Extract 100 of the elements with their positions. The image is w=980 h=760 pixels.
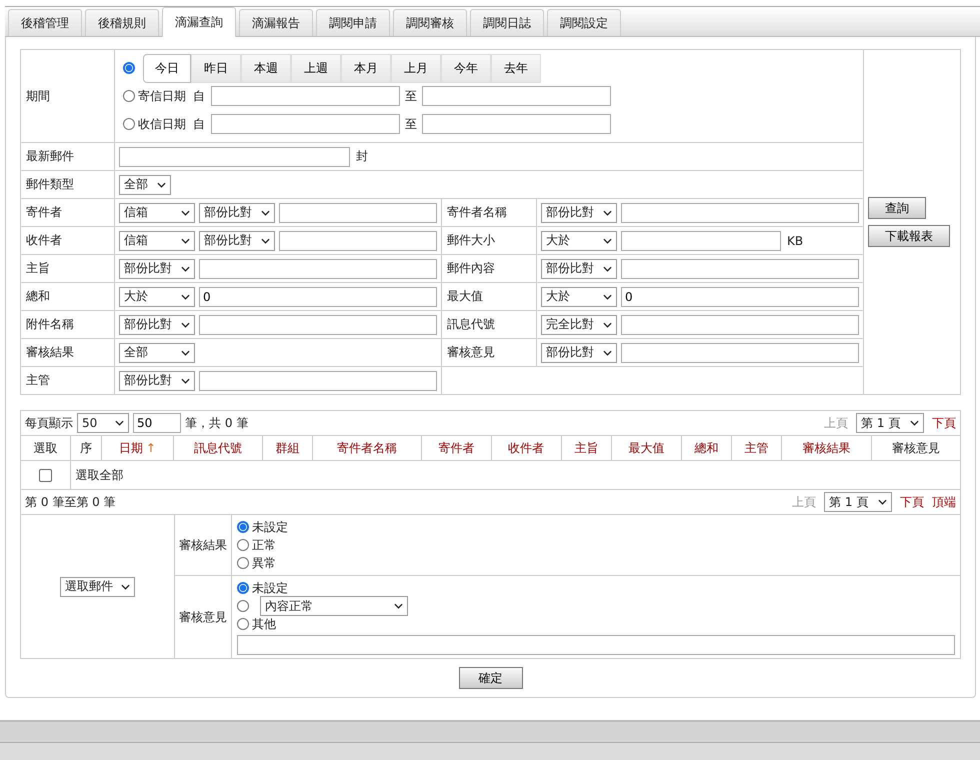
confirm-button[interactable]: 確定: [458, 667, 522, 689]
text-field[interactable]: 0: [621, 286, 859, 306]
text-field[interactable]: [621, 342, 859, 362]
period-button[interactable]: 去年: [491, 54, 541, 82]
field-label: 郵件內容: [447, 261, 495, 275]
radio-button[interactable]: [123, 118, 135, 130]
dropdown[interactable]: 全部: [119, 174, 171, 194]
unit-label: 封: [356, 148, 368, 165]
dropdown[interactable]: 部份比對: [199, 202, 275, 222]
period-button[interactable]: 今日: [143, 54, 191, 82]
period-button[interactable]: 本月: [341, 54, 391, 82]
page-size-dropdown[interactable]: 50: [77, 413, 129, 433]
chevron-down-icon: [181, 266, 190, 272]
period-button[interactable]: 今年: [441, 54, 491, 82]
tab[interactable]: 調閱日誌: [470, 9, 544, 36]
dropdown[interactable]: 部份比對: [119, 314, 195, 334]
page-dropdown[interactable]: 第 1 頁: [824, 492, 892, 512]
text-field[interactable]: [621, 230, 781, 250]
action-button[interactable]: 查詢: [868, 197, 926, 219]
chevron-down-icon: [181, 322, 190, 328]
dropdown[interactable]: 部份比對: [541, 202, 617, 222]
text-field[interactable]: [199, 314, 437, 334]
tab[interactable]: 後稽管理: [8, 9, 82, 36]
radio-button[interactable]: [237, 557, 249, 569]
dropdown[interactable]: 大於: [541, 286, 617, 306]
radio-button[interactable]: [237, 600, 249, 612]
unit-label: KB: [787, 234, 804, 248]
text-field[interactable]: [621, 202, 859, 222]
dropdown[interactable]: 信箱: [119, 230, 195, 250]
radio-button[interactable]: [237, 521, 249, 533]
tab[interactable]: 滴漏報告: [239, 9, 313, 36]
next-page-link[interactable]: 下頁: [900, 494, 924, 510]
text-field[interactable]: [199, 370, 437, 390]
field-label: 最新郵件: [26, 149, 74, 163]
dropdown[interactable]: 部份比對: [541, 258, 617, 278]
next-page-link[interactable]: 下頁: [932, 414, 956, 432]
action-button[interactable]: 下載報表: [868, 225, 950, 247]
field-label: 審核結果: [26, 345, 74, 359]
radio-button[interactable]: [237, 539, 249, 551]
radio-button[interactable]: [123, 90, 135, 102]
tab[interactable]: 後稽規則: [85, 9, 159, 36]
radio-label: 正常: [252, 536, 276, 554]
dropdown[interactable]: 大於: [541, 230, 617, 250]
dropdown[interactable]: 部份比對: [541, 342, 617, 362]
radio-label: 寄信日期: [138, 88, 186, 104]
page-dropdown[interactable]: 第 1 頁: [856, 413, 924, 433]
field-label: 審核意見: [447, 345, 495, 359]
chevron-down-icon: [115, 420, 124, 426]
dropdown[interactable]: 部份比對: [119, 370, 195, 390]
radio-button[interactable]: [123, 62, 135, 74]
tab[interactable]: 調閱設定: [547, 9, 621, 36]
field-label: 收件者: [26, 233, 62, 247]
tab[interactable]: 滴漏查詢: [162, 7, 236, 37]
tab[interactable]: 調閱審核: [393, 9, 467, 36]
from-label: 自: [193, 88, 205, 104]
radio-button[interactable]: [237, 582, 249, 594]
date-field[interactable]: [422, 114, 611, 134]
dropdown[interactable]: 部份比對: [199, 230, 275, 250]
dropdown[interactable]: 完全比對: [541, 314, 617, 334]
chevron-down-icon: [878, 499, 887, 505]
field-label: 期間: [26, 88, 50, 102]
text-field[interactable]: 0: [199, 286, 437, 306]
period-button[interactable]: 上月: [391, 54, 441, 82]
radio-label: 未設定: [252, 580, 288, 596]
chevron-down-icon: [603, 322, 612, 328]
field-label: 寄件者名稱: [447, 205, 507, 219]
period-button[interactable]: 本週: [241, 54, 291, 82]
chevron-down-icon: [261, 210, 270, 216]
radio-label: 異常: [252, 554, 276, 572]
radio-label: 未設定: [252, 518, 288, 536]
date-field[interactable]: [211, 114, 400, 134]
date-field[interactable]: [211, 86, 400, 106]
text-field[interactable]: [199, 258, 437, 278]
mail-dropdown[interactable]: 選取郵件: [60, 576, 135, 596]
date-field[interactable]: [422, 86, 611, 106]
column-header: 選取: [34, 440, 58, 454]
opinion-dropdown[interactable]: 內容正常: [260, 596, 408, 616]
text-field[interactable]: [119, 146, 350, 166]
chevron-down-icon: [603, 266, 612, 272]
chevron-down-icon: [603, 350, 612, 356]
period-button[interactable]: 昨日: [191, 54, 241, 82]
text-field[interactable]: [279, 202, 437, 222]
text-field[interactable]: [279, 230, 437, 250]
period-button[interactable]: 上週: [291, 54, 341, 82]
page-size-field[interactable]: 50: [133, 413, 181, 433]
dropdown[interactable]: 信箱: [119, 202, 195, 222]
radio-button[interactable]: [237, 618, 249, 630]
top-link[interactable]: 頂端: [932, 494, 956, 510]
dropdown[interactable]: 全部: [119, 342, 195, 362]
tab[interactable]: 調閱申請: [316, 9, 390, 36]
dropdown[interactable]: 大於: [119, 286, 195, 306]
to-label: 至: [405, 116, 417, 132]
dropdown[interactable]: 部份比對: [119, 258, 195, 278]
text-field[interactable]: [621, 258, 859, 278]
checkbox[interactable]: [39, 469, 52, 482]
chevron-down-icon: [181, 210, 190, 216]
text-field[interactable]: [621, 314, 859, 334]
field-label: 郵件大小: [447, 233, 495, 247]
column-header: 序: [80, 440, 92, 454]
other-opinion-field[interactable]: [237, 635, 955, 655]
